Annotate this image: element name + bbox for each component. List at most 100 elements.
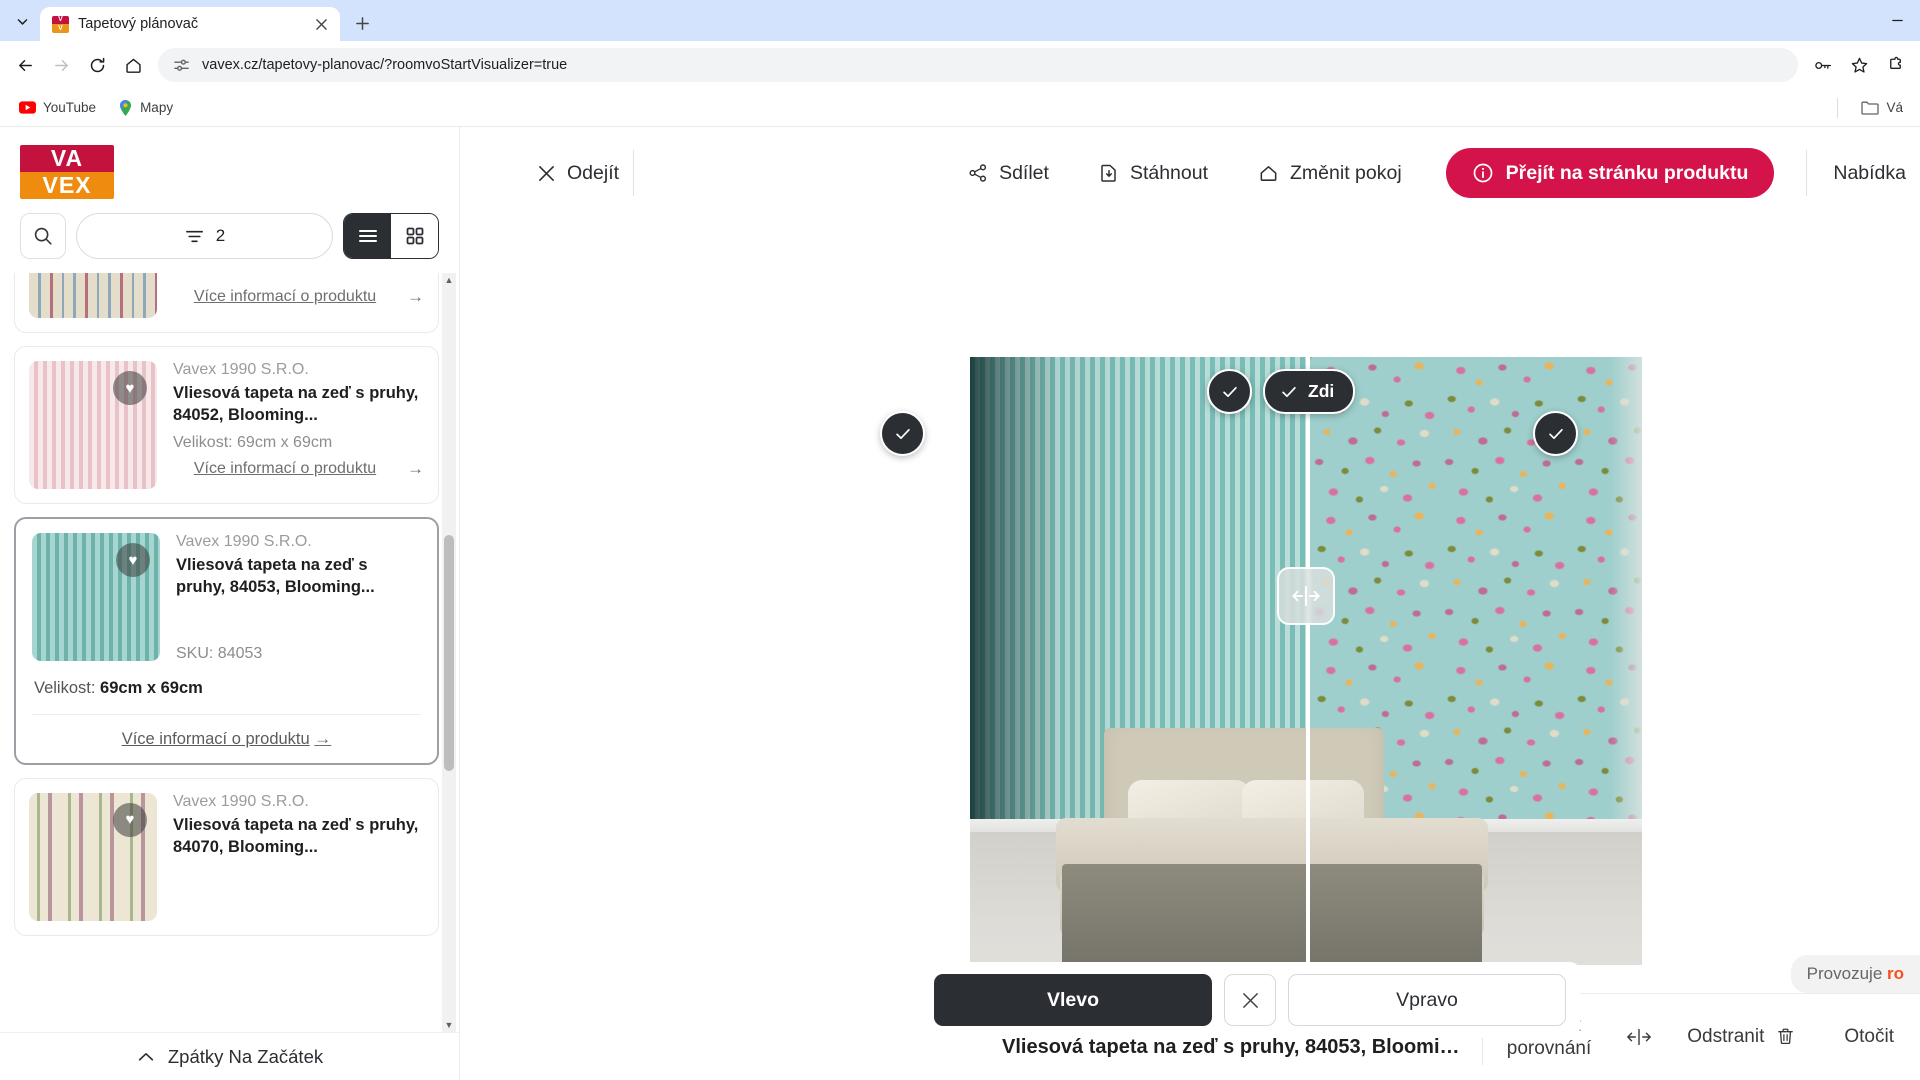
list-view-button[interactable] xyxy=(344,214,391,258)
list-item-selected[interactable]: ♥ Vavex 1990 S.R.O. Vliesová tapeta na z… xyxy=(14,517,439,765)
download-button[interactable]: Stáhnout xyxy=(1085,162,1222,185)
remove-button[interactable]: Odstranit xyxy=(1663,1025,1820,1048)
filter-count: 2 xyxy=(215,226,226,245)
go-to-product-button[interactable]: Přejít na stránku produktu xyxy=(1445,148,1775,198)
comparison-controls: Vlevo Vpravo xyxy=(920,962,1580,1038)
compare-close-button[interactable] xyxy=(1224,974,1276,1026)
tab-search-icon[interactable] xyxy=(8,7,36,35)
filter-button[interactable]: 2 xyxy=(76,213,333,259)
scrollbar-thumb[interactable] xyxy=(444,535,454,771)
divider xyxy=(1837,97,1839,118)
change-room-button[interactable]: Změnit pokoj xyxy=(1244,162,1416,185)
browser-toolbar: vavex.cz/tapetovy-planovac/?roomvoStartV… xyxy=(0,41,1920,89)
tab-strip: V V Tapetový plánovač xyxy=(0,0,1920,41)
powered-by-prefix: Provozuje xyxy=(1806,964,1887,983)
maps-icon xyxy=(118,99,133,116)
more-info-link[interactable]: Více informací o produktu xyxy=(173,458,397,480)
size-value: 69cm x 69cm xyxy=(100,678,203,697)
home-icon xyxy=(1258,163,1279,184)
site-info-icon[interactable] xyxy=(173,57,190,74)
menu-label: Nabídka xyxy=(1833,161,1906,184)
list-item[interactable]: ♥ Vavex 1990 S.R.O. Vliesová tapeta na z… xyxy=(14,346,439,504)
view-mode-toggle xyxy=(343,213,439,259)
product-brand: Vavex 1990 S.R.O. xyxy=(176,533,312,550)
address-bar[interactable]: vavex.cz/tapetovy-planovac/?roomvoStartV… xyxy=(158,48,1798,82)
filter-icon xyxy=(184,226,205,247)
favorite-heart-icon[interactable]: ♥ xyxy=(113,371,147,405)
list-item[interactable]: ♥ Vavex 1990 S.R.O. Vliesová tapeta na z… xyxy=(14,777,439,936)
exit-label: Odejít xyxy=(567,161,620,184)
comparison-drag-handle[interactable] xyxy=(1277,567,1335,625)
brand-logo-wrap: VA VEX xyxy=(0,127,459,207)
sidebar-scrollbar[interactable]: ▲ ▼ xyxy=(442,273,456,1032)
new-tab-button[interactable] xyxy=(346,7,378,39)
cta-label: Přejít na stránku produktu xyxy=(1505,161,1749,184)
page-content: VA VEX 2 Více informací o produktu → ♥ V… xyxy=(0,127,1920,1080)
comparison-split-line[interactable] xyxy=(1306,357,1310,965)
back-to-top-label: Zpátky Na Začátek xyxy=(167,1045,324,1067)
favorite-heart-icon[interactable]: ♥ xyxy=(113,802,147,837)
bookmark-label: Mapy xyxy=(140,100,174,115)
folder-icon xyxy=(1861,100,1880,115)
more-info-link[interactable]: Více informací o produktu → xyxy=(32,715,421,751)
compare-toggle-button[interactable] xyxy=(1615,1026,1663,1048)
bookmark-folder[interactable]: Vá xyxy=(1852,95,1912,120)
favorite-heart-icon[interactable]: ♥ xyxy=(116,543,150,577)
browser-tab[interactable]: V V Tapetový plánovač xyxy=(40,7,340,41)
remove-label: Odstranit xyxy=(1687,1026,1765,1048)
surface-check-right[interactable] xyxy=(1533,411,1578,456)
password-key-icon[interactable] xyxy=(1806,48,1840,82)
home-icon[interactable] xyxy=(116,48,150,82)
menu-button[interactable]: Nabídka xyxy=(1819,162,1920,185)
visualizer-stage[interactable]: Roomvo Zdi xyxy=(515,219,1920,965)
site-favicon-icon: V V xyxy=(52,15,69,33)
powered-by-badge[interactable]: Provozuje ro xyxy=(1790,955,1920,993)
youtube-icon xyxy=(19,101,36,114)
forward-icon[interactable] xyxy=(44,48,78,82)
product-brand: Vavex 1990 S.R.O. xyxy=(173,792,309,810)
product-name: Vliesová tapeta na zeď s pruhy, 84052, B… xyxy=(173,384,419,424)
bookmark-youtube[interactable]: YouTube xyxy=(10,95,105,120)
logo-top-text: VA xyxy=(20,145,114,172)
surface-check-walls[interactable] xyxy=(1207,369,1252,414)
close-icon[interactable] xyxy=(310,13,332,35)
back-to-top-button[interactable]: Zpátky Na Začátek xyxy=(0,1032,459,1080)
size-label: Velikost: xyxy=(34,678,96,697)
back-icon[interactable] xyxy=(8,48,42,82)
product-name: Vliesová tapeta na zeď s pruhy, 84053, B… xyxy=(176,556,375,596)
exit-button[interactable]: Odejít xyxy=(515,162,633,185)
compare-right-button[interactable]: Vpravo xyxy=(1288,974,1566,1026)
tab-title: Tapetový plánovač xyxy=(78,16,199,32)
search-button[interactable] xyxy=(20,213,66,259)
more-info-link[interactable]: Více informací o produktu xyxy=(173,286,397,308)
scroll-down-icon[interactable]: ▼ xyxy=(442,1018,456,1032)
compare-left-button[interactable]: Vlevo xyxy=(934,974,1212,1026)
arrow-right-icon: → xyxy=(314,728,332,748)
surface-chip-walls[interactable]: Zdi xyxy=(1263,369,1356,414)
arrow-right-icon: → xyxy=(407,458,424,478)
minimize-icon[interactable] xyxy=(1874,0,1920,41)
browser-window: V V Tapetový plánovač vavex.cz/tapetovy-… xyxy=(0,0,1920,1080)
url-text: vavex.cz/tapetovy-planovac/?roomvoStartV… xyxy=(202,57,568,73)
scroll-up-icon[interactable]: ▲ xyxy=(442,273,456,287)
bookmark-star-icon[interactable] xyxy=(1842,48,1876,82)
product-sku: SKU: 84053 xyxy=(176,644,263,662)
trash-icon xyxy=(1775,1026,1796,1047)
room-visualizer: Odejít Sdílet Stáhnout Změnit pokoj Přej… xyxy=(460,127,1920,1080)
grid-view-button[interactable] xyxy=(391,214,438,258)
selected-product-name: Vliesová tapeta na zeď s pruhy, 84053, B… xyxy=(1002,1036,1462,1058)
reload-icon[interactable] xyxy=(80,48,114,82)
end-comparison-line2: porovnání xyxy=(1506,1038,1592,1059)
extensions-icon[interactable] xyxy=(1878,48,1912,82)
change-room-label: Změnit pokoj xyxy=(1290,161,1402,184)
bookmark-mapy[interactable]: Mapy xyxy=(109,95,182,121)
info-icon xyxy=(1472,162,1494,184)
rotate-button[interactable]: Otočit xyxy=(1820,1025,1898,1048)
list-item[interactable]: Více informací o produktu → xyxy=(14,273,439,333)
omnibox-actions xyxy=(1806,48,1912,82)
product-list[interactable]: Více informací o produktu → ♥ Vavex 1990… xyxy=(0,273,459,1032)
arrow-right-icon: → xyxy=(407,286,424,306)
share-button[interactable]: Sdílet xyxy=(954,162,1063,185)
vavex-logo[interactable]: VA VEX xyxy=(20,145,114,199)
surface-check-left[interactable] xyxy=(880,411,925,456)
